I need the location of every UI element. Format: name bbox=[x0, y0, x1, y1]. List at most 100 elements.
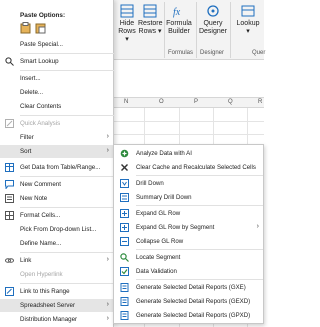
expand-gl-row-item[interactable]: Expand GL Row bbox=[114, 207, 263, 220]
query-designer-label: Query bbox=[203, 20, 223, 27]
hide-rows-label2: Rows ▾ bbox=[118, 28, 136, 43]
lookup-icon bbox=[241, 5, 255, 17]
column-header-p[interactable]: P bbox=[194, 99, 198, 105]
generate-gpxd-item[interactable]: Generate Selected Detail Reports (GPXD) bbox=[114, 309, 263, 322]
open-hyperlink-item: Open Hyperlink bbox=[0, 268, 114, 281]
sort-item[interactable]: Sort › bbox=[0, 145, 114, 158]
chevron-right-icon: › bbox=[106, 301, 109, 308]
pick-dropdown-label: Pick From Drop-down List... bbox=[20, 226, 97, 233]
link-range-icon bbox=[5, 287, 14, 296]
data-validation-icon bbox=[120, 267, 129, 276]
drill-down-item[interactable]: Drill Down bbox=[114, 177, 263, 190]
ribbon-separator bbox=[230, 2, 231, 58]
clear-cache-item[interactable]: Clear Cache and Recalculate Selected Cel… bbox=[114, 161, 263, 174]
locate-segment-label: Locate Segment bbox=[136, 254, 181, 261]
expand-gl-row-segment-item[interactable]: Expand GL Row by Segment › bbox=[114, 221, 263, 234]
generate-gexd-item[interactable]: Generate Selected Detail Reports (GEXD) bbox=[114, 295, 263, 308]
clear-contents-item[interactable]: Clear Contents bbox=[0, 100, 114, 113]
paste-special-label: Paste Special... bbox=[20, 41, 63, 48]
get-data-label: Get Data from Table/Range... bbox=[20, 164, 101, 171]
expand-gl-row-segment-label: Expand GL Row by Segment bbox=[136, 224, 215, 231]
restore-rows-label: Restore bbox=[138, 20, 163, 27]
lookup-button[interactable]: Lookup ▾ bbox=[234, 4, 262, 36]
analyze-data-ai-label: Analyze Data with AI bbox=[136, 150, 192, 157]
restore-rows-button[interactable]: Restore Rows ▾ bbox=[138, 4, 163, 36]
search-icon bbox=[5, 57, 14, 66]
expand-gl-row-label: Expand GL Row bbox=[136, 210, 181, 217]
paste-values-button[interactable] bbox=[35, 22, 46, 34]
filter-label: Filter bbox=[20, 134, 34, 141]
expand-row-icon bbox=[120, 209, 129, 218]
hide-rows-button[interactable]: Hide Rows ▾ bbox=[116, 4, 138, 44]
menu-separator bbox=[20, 176, 114, 177]
get-data-item[interactable]: Get Data from Table/Range... bbox=[0, 161, 114, 174]
grid-line bbox=[110, 134, 264, 135]
drill-down-icon bbox=[120, 179, 129, 188]
column-header-n[interactable]: N bbox=[124, 99, 128, 105]
ai-sparkle-icon bbox=[120, 149, 129, 158]
generate-gxe-item[interactable]: Generate Selected Detail Reports (GXE) bbox=[114, 281, 263, 294]
report-icon bbox=[120, 311, 129, 320]
table-icon bbox=[5, 163, 14, 172]
filter-item[interactable]: Filter › bbox=[0, 131, 114, 144]
link-item[interactable]: Link › bbox=[0, 254, 114, 267]
query-designer-button[interactable]: Query Designer bbox=[198, 4, 228, 36]
formula-builder-label2: Builder bbox=[168, 28, 190, 35]
chevron-right-icon: › bbox=[106, 133, 109, 140]
paste-clipboard-button[interactable] bbox=[20, 22, 31, 34]
distribution-manager-label: Distribution Manager bbox=[20, 316, 78, 323]
hide-rows-label: Hide bbox=[119, 20, 135, 27]
menu-separator bbox=[136, 175, 263, 176]
summary-drill-down-icon bbox=[120, 193, 129, 202]
locate-segment-item[interactable]: Locate Segment bbox=[114, 251, 263, 264]
link-to-range-item[interactable]: Link to this Range bbox=[0, 285, 114, 298]
open-hyperlink-label: Open Hyperlink bbox=[20, 271, 63, 278]
quick-analysis-label: Quick Analysis bbox=[20, 120, 61, 127]
delete-item[interactable]: Delete... bbox=[0, 86, 114, 99]
grid-line bbox=[110, 121, 264, 122]
restore-rows-icon bbox=[143, 4, 157, 18]
chevron-right-icon: › bbox=[106, 315, 109, 322]
analyze-data-ai-item[interactable]: Analyze Data with AI bbox=[114, 147, 263, 160]
paste-special-item[interactable]: Paste Special... bbox=[0, 38, 114, 51]
collapse-gl-row-label: Collapse GL Row bbox=[136, 238, 184, 245]
format-cells-item[interactable]: Format Cells... bbox=[0, 209, 114, 222]
define-name-label: Define Name... bbox=[20, 240, 62, 247]
svg-text:fx: fx bbox=[173, 7, 181, 18]
new-comment-item[interactable]: New Comment bbox=[0, 178, 114, 191]
report-icon bbox=[120, 297, 129, 306]
menu-separator bbox=[20, 53, 114, 54]
context-menu: Paste Options: Paste Special... Smart Lo… bbox=[0, 0, 114, 327]
comment-icon bbox=[5, 180, 14, 189]
close-icon bbox=[121, 164, 128, 171]
generate-gpxd-label: Generate Selected Detail Reports (GPXD) bbox=[136, 312, 251, 319]
define-name-item[interactable]: Define Name... bbox=[0, 237, 114, 250]
clear-contents-label: Clear Contents bbox=[20, 103, 62, 110]
spreadsheet-server-item[interactable]: Spreadsheet Server › bbox=[0, 299, 114, 312]
ribbon-separator bbox=[164, 2, 165, 58]
insert-item[interactable]: Insert... bbox=[0, 72, 114, 85]
column-header-r[interactable]: R bbox=[258, 99, 262, 105]
column-header-o[interactable]: O bbox=[159, 99, 164, 105]
note-icon bbox=[5, 194, 14, 203]
new-note-item[interactable]: New Note bbox=[0, 192, 114, 205]
formula-builder-button[interactable]: fx Formula Builder bbox=[166, 4, 192, 36]
link-label: Link bbox=[20, 257, 32, 264]
chevron-right-icon: › bbox=[256, 223, 259, 230]
summary-drill-down-label: Summary Drill Down bbox=[136, 194, 192, 201]
data-validation-label: Data Validation bbox=[136, 268, 177, 275]
sort-label: Sort bbox=[20, 148, 32, 155]
collapse-gl-row-item[interactable]: Collapse GL Row bbox=[114, 235, 263, 248]
smart-lookup-item[interactable]: Smart Lookup bbox=[0, 55, 114, 68]
data-validation-item[interactable]: Data Validation bbox=[114, 265, 263, 278]
column-header-q[interactable]: Q bbox=[228, 99, 233, 105]
chevron-right-icon: › bbox=[106, 256, 109, 263]
report-icon bbox=[120, 283, 129, 292]
expand-segment-icon bbox=[120, 223, 129, 232]
pick-dropdown-item[interactable]: Pick From Drop-down List... bbox=[0, 223, 114, 236]
distribution-manager-item[interactable]: Distribution Manager › bbox=[0, 313, 114, 326]
summary-drill-down-item[interactable]: Summary Drill Down bbox=[114, 191, 263, 204]
group-query: Quer bbox=[252, 50, 266, 56]
ribbon-separator bbox=[196, 2, 197, 58]
hide-rows-icon bbox=[120, 4, 134, 18]
